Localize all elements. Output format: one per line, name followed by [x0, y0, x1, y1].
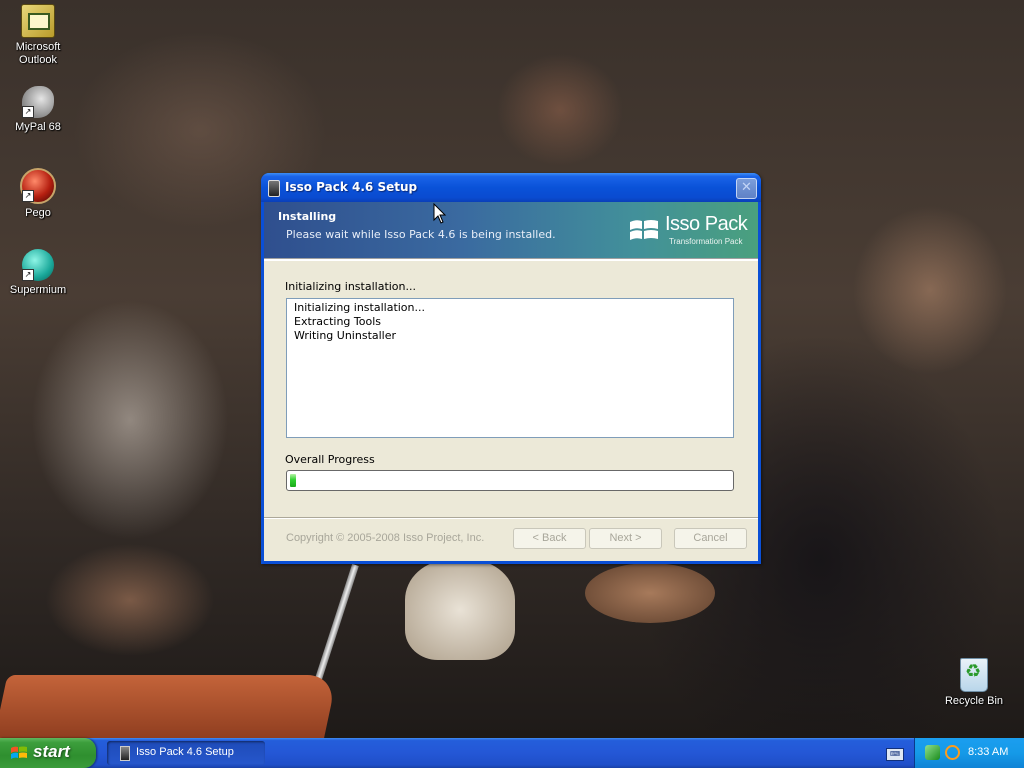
- taskbar-item-setup[interactable]: Isso Pack 4.6 Setup: [107, 741, 265, 765]
- progress-fill: [290, 474, 296, 487]
- brand-name: Isso Pack: [665, 213, 748, 235]
- log-line: Extracting Tools: [294, 315, 382, 328]
- pego-icon: ↗: [20, 168, 56, 204]
- system-tray: 8:33 AM: [914, 738, 1024, 768]
- app-icon: [120, 746, 130, 761]
- next-button[interactable]: Next >: [589, 528, 662, 549]
- mypal-icon: ↗: [22, 86, 54, 118]
- desktop-icon-label: MyPal 68: [15, 121, 61, 133]
- progress-label: Overall Progress: [285, 453, 375, 466]
- brand-subtitle: Transformation Pack: [669, 237, 743, 246]
- setup-window: Isso Pack 4.6 Setup ✕ Installing Please …: [261, 173, 761, 564]
- clock[interactable]: 8:33 AM: [968, 746, 1008, 758]
- outlook-icon: [21, 4, 55, 38]
- installer-header: Installing Please wait while Isso Pack 4…: [264, 202, 758, 258]
- install-status: Initializing installation...: [285, 280, 417, 293]
- close-button[interactable]: ✕: [736, 178, 757, 199]
- footer-divider: [264, 517, 758, 519]
- keyboard-icon[interactable]: ⌨: [886, 748, 904, 761]
- desktop-icon-label: Recycle Bin: [944, 695, 1004, 707]
- start-button[interactable]: start: [0, 738, 96, 768]
- shortcut-arrow-icon: ↗: [22, 269, 34, 281]
- recycle-bin-icon: [960, 658, 988, 692]
- header-title: Installing: [278, 210, 337, 223]
- window-client-area: Installing Please wait while Isso Pack 4…: [264, 202, 758, 561]
- desktop-icon-recycle-bin[interactable]: Recycle Bin: [936, 658, 1012, 708]
- copyright-text: Copyright © 2005-2008 Isso Project, Inc.: [286, 532, 485, 544]
- header-divider: [264, 258, 758, 261]
- taskbar: start Isso Pack 4.6 Setup ⌨ 8:33 AM: [0, 738, 1024, 768]
- wallpaper-detail: [0, 675, 338, 738]
- desktop-icon-label: Outlook: [19, 54, 57, 66]
- supermium-icon: ↗: [22, 249, 54, 281]
- app-icon: [268, 180, 280, 197]
- cancel-button[interactable]: Cancel: [674, 528, 747, 549]
- log-line: Writing Uninstaller: [294, 329, 397, 342]
- desktop-icon-microsoft-outlook[interactable]: Microsoft Outlook: [0, 4, 76, 67]
- wallpaper-detail: [585, 563, 715, 623]
- desktop-icon-label: Microsoft: [15, 41, 61, 53]
- desktop-icon-supermium[interactable]: ↗ Supermium: [0, 249, 76, 297]
- desktop-icon-label: Pego: [25, 207, 51, 219]
- log-line: Initializing installation...: [294, 301, 426, 314]
- windows-flag-icon: [630, 220, 658, 240]
- search-icon[interactable]: [945, 745, 960, 760]
- network-icon[interactable]: [925, 745, 940, 760]
- shortcut-arrow-icon: ↗: [22, 106, 34, 118]
- mouse-cursor-icon: [433, 203, 447, 224]
- desktop-icon-label: Supermium: [9, 284, 67, 296]
- back-button[interactable]: < Back: [513, 528, 586, 549]
- header-subtitle: Please wait while Isso Pack 4.6 is being…: [286, 228, 556, 241]
- window-title: Isso Pack 4.6 Setup: [285, 180, 418, 194]
- start-label: start: [33, 742, 70, 761]
- window-titlebar[interactable]: Isso Pack 4.6 Setup ✕: [261, 173, 761, 202]
- taskbar-item-label: Isso Pack 4.6 Setup: [136, 746, 234, 758]
- desktop-icon-pego[interactable]: ↗ Pego: [0, 168, 76, 220]
- shortcut-arrow-icon: ↗: [22, 190, 34, 202]
- overall-progress-bar: [286, 470, 734, 491]
- install-log[interactable]: Initializing installation... Extracting …: [286, 298, 734, 438]
- desktop-icon-mypal[interactable]: ↗ MyPal 68: [0, 86, 76, 134]
- wallpaper-detail: [405, 560, 515, 660]
- windows-logo-icon: [11, 746, 27, 759]
